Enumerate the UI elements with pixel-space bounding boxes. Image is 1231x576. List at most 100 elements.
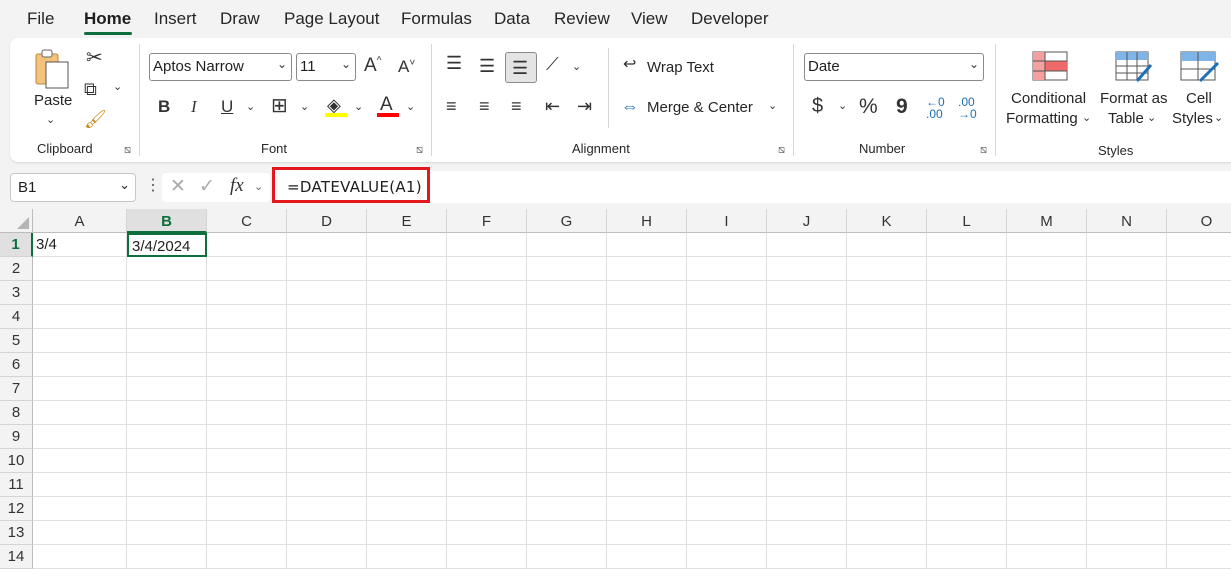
column-header-g[interactable]: G — [527, 209, 607, 233]
tab-page-layout[interactable]: Page Layout — [284, 9, 379, 29]
column-header-f[interactable]: F — [447, 209, 527, 233]
cell-o9[interactable] — [1167, 425, 1231, 449]
merge-center-icon[interactable]: ⇔ — [621, 97, 639, 115]
cell-g8[interactable] — [527, 401, 607, 425]
tab-home[interactable]: Home — [84, 9, 131, 29]
cell-f4[interactable] — [447, 305, 527, 329]
orientation-dropdown-icon[interactable]: ⌄ — [572, 60, 581, 73]
cell-b2[interactable] — [127, 257, 207, 281]
column-header-j[interactable]: J — [767, 209, 847, 233]
cell-a7[interactable] — [33, 377, 127, 401]
cell-c3[interactable] — [207, 281, 287, 305]
font-launcher-icon[interactable]: ⧅ — [416, 144, 423, 157]
cell-c6[interactable] — [207, 353, 287, 377]
cell-k11[interactable] — [847, 473, 927, 497]
conditional-formatting-label-2[interactable]: Formatting — [1006, 110, 1078, 127]
cell-h9[interactable] — [607, 425, 687, 449]
cell-a13[interactable] — [33, 521, 127, 545]
cell-a2[interactable] — [33, 257, 127, 281]
font-color-icon[interactable]: A — [380, 95, 393, 114]
cell-a6[interactable] — [33, 353, 127, 377]
cell-g1[interactable] — [527, 233, 607, 257]
cell-c1[interactable] — [207, 233, 287, 257]
cell-o5[interactable] — [1167, 329, 1231, 353]
cell-k1[interactable] — [847, 233, 927, 257]
cell-b8[interactable] — [127, 401, 207, 425]
cell-c5[interactable] — [207, 329, 287, 353]
cell-e8[interactable] — [367, 401, 447, 425]
cell-c7[interactable] — [207, 377, 287, 401]
format-as-table-label-1[interactable]: Format as — [1100, 90, 1168, 107]
cell-k9[interactable] — [847, 425, 927, 449]
cell-a3[interactable] — [33, 281, 127, 305]
format-table-dropdown-icon[interactable]: ⌄ — [1147, 111, 1156, 124]
cell-m11[interactable] — [1007, 473, 1087, 497]
cell-m10[interactable] — [1007, 449, 1087, 473]
cell-n2[interactable] — [1087, 257, 1167, 281]
cell-d7[interactable] — [287, 377, 367, 401]
percent-button[interactable]: % — [859, 96, 878, 117]
cell-h6[interactable] — [607, 353, 687, 377]
row-header-12[interactable]: 12 — [0, 497, 33, 521]
cell-m8[interactable] — [1007, 401, 1087, 425]
cell-h13[interactable] — [607, 521, 687, 545]
cell-c13[interactable] — [207, 521, 287, 545]
cell-l13[interactable] — [927, 521, 1007, 545]
cell-a4[interactable] — [33, 305, 127, 329]
cell-j1[interactable] — [767, 233, 847, 257]
row-header-4[interactable]: 4 — [0, 305, 33, 329]
column-header-b[interactable]: B — [127, 209, 207, 233]
cell-f12[interactable] — [447, 497, 527, 521]
cell-k10[interactable] — [847, 449, 927, 473]
number-launcher-icon[interactable]: ⧅ — [980, 144, 987, 157]
underline-dropdown-icon[interactable]: ⌄ — [246, 100, 255, 113]
cell-h3[interactable] — [607, 281, 687, 305]
increase-font-size-icon[interactable]: A^ — [364, 56, 381, 75]
cell-e5[interactable] — [367, 329, 447, 353]
cell-k5[interactable] — [847, 329, 927, 353]
cancel-icon[interactable]: ✕ — [170, 177, 186, 196]
cell-f2[interactable] — [447, 257, 527, 281]
format-as-table-icon[interactable] — [1115, 51, 1153, 85]
row-header-2[interactable]: 2 — [0, 257, 33, 281]
cell-j8[interactable] — [767, 401, 847, 425]
cell-o8[interactable] — [1167, 401, 1231, 425]
cell-g9[interactable] — [527, 425, 607, 449]
cell-e13[interactable] — [367, 521, 447, 545]
cell-h4[interactable] — [607, 305, 687, 329]
name-box[interactable]: B1 ⌄ — [10, 173, 136, 202]
more-options-icon[interactable]: ⋮ — [145, 178, 161, 194]
copy-icon[interactable]: ⧉ — [84, 80, 97, 98]
cell-k2[interactable] — [847, 257, 927, 281]
cell-d10[interactable] — [287, 449, 367, 473]
cell-g3[interactable] — [527, 281, 607, 305]
cell-o13[interactable] — [1167, 521, 1231, 545]
cell-f6[interactable] — [447, 353, 527, 377]
row-header-9[interactable]: 9 — [0, 425, 33, 449]
cell-h8[interactable] — [607, 401, 687, 425]
column-header-l[interactable]: L — [927, 209, 1007, 233]
cell-f13[interactable] — [447, 521, 527, 545]
cell-b10[interactable] — [127, 449, 207, 473]
cell-f7[interactable] — [447, 377, 527, 401]
cell-m6[interactable] — [1007, 353, 1087, 377]
cell-o6[interactable] — [1167, 353, 1231, 377]
currency-button[interactable]: $ — [812, 96, 823, 116]
cell-i12[interactable] — [687, 497, 767, 521]
conditional-dropdown-icon[interactable]: ⌄ — [1082, 111, 1091, 124]
cell-styles-icon[interactable] — [1180, 51, 1220, 85]
cell-k7[interactable] — [847, 377, 927, 401]
copy-dropdown-icon[interactable]: ⌄ — [113, 80, 122, 93]
cell-j13[interactable] — [767, 521, 847, 545]
cell-b6[interactable] — [127, 353, 207, 377]
cell-o14[interactable] — [1167, 545, 1231, 569]
cell-i9[interactable] — [687, 425, 767, 449]
cell-k3[interactable] — [847, 281, 927, 305]
cell-l2[interactable] — [927, 257, 1007, 281]
cell-g10[interactable] — [527, 449, 607, 473]
cell-f1[interactable] — [447, 233, 527, 257]
cell-l5[interactable] — [927, 329, 1007, 353]
cell-k8[interactable] — [847, 401, 927, 425]
cell-g13[interactable] — [527, 521, 607, 545]
cell-l6[interactable] — [927, 353, 1007, 377]
